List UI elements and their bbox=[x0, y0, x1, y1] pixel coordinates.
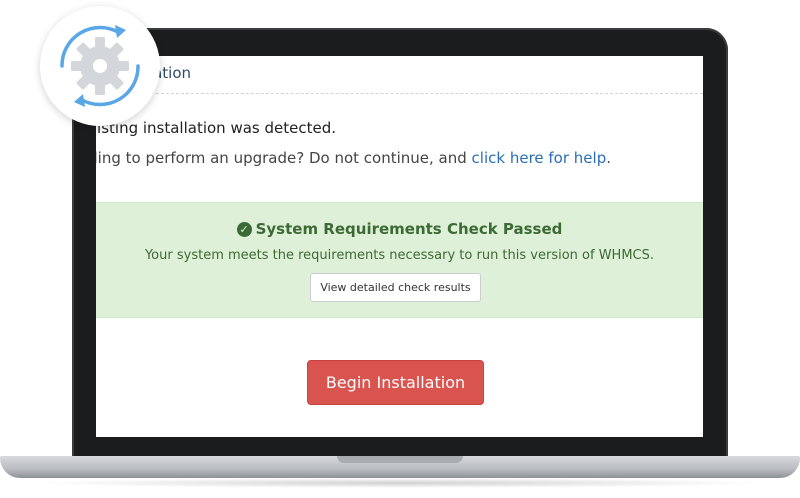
requirements-title: ✓ System Requirements Check Passed bbox=[96, 220, 703, 238]
check-circle-icon: ✓ bbox=[236, 222, 252, 237]
requirements-alert: ✓ System Requirements Check Passed Your s… bbox=[96, 202, 703, 318]
begin-installation-button[interactable]: Begin Installation bbox=[307, 360, 484, 405]
upgrade-text: ding to perform an upgrade? Do not conti… bbox=[96, 149, 472, 167]
view-details-button[interactable]: View detailed check results bbox=[310, 273, 481, 302]
laptop-base bbox=[0, 456, 800, 478]
requirements-text: Your system meets the requirements neces… bbox=[144, 248, 655, 263]
laptop-notch bbox=[337, 456, 463, 463]
help-link[interactable]: click here for help bbox=[472, 149, 607, 167]
laptop-bezel-bottom bbox=[96, 437, 703, 455]
upgrade-message-inner: ding to perform an upgrade? Do not conti… bbox=[96, 149, 611, 167]
requirements-title-text: System Requirements Check Passed bbox=[255, 220, 563, 238]
panel-heading: lation bbox=[96, 56, 703, 94]
installer-screen: lation isting installation was detected.… bbox=[96, 56, 703, 437]
sync-gear-icon bbox=[60, 25, 140, 107]
upgrade-message: ding to perform an upgrade? Do not conti… bbox=[96, 149, 703, 171]
laptop-shadow bbox=[30, 478, 770, 488]
sync-gear-badge bbox=[40, 6, 160, 126]
upgrade-text-end: . bbox=[606, 149, 611, 167]
